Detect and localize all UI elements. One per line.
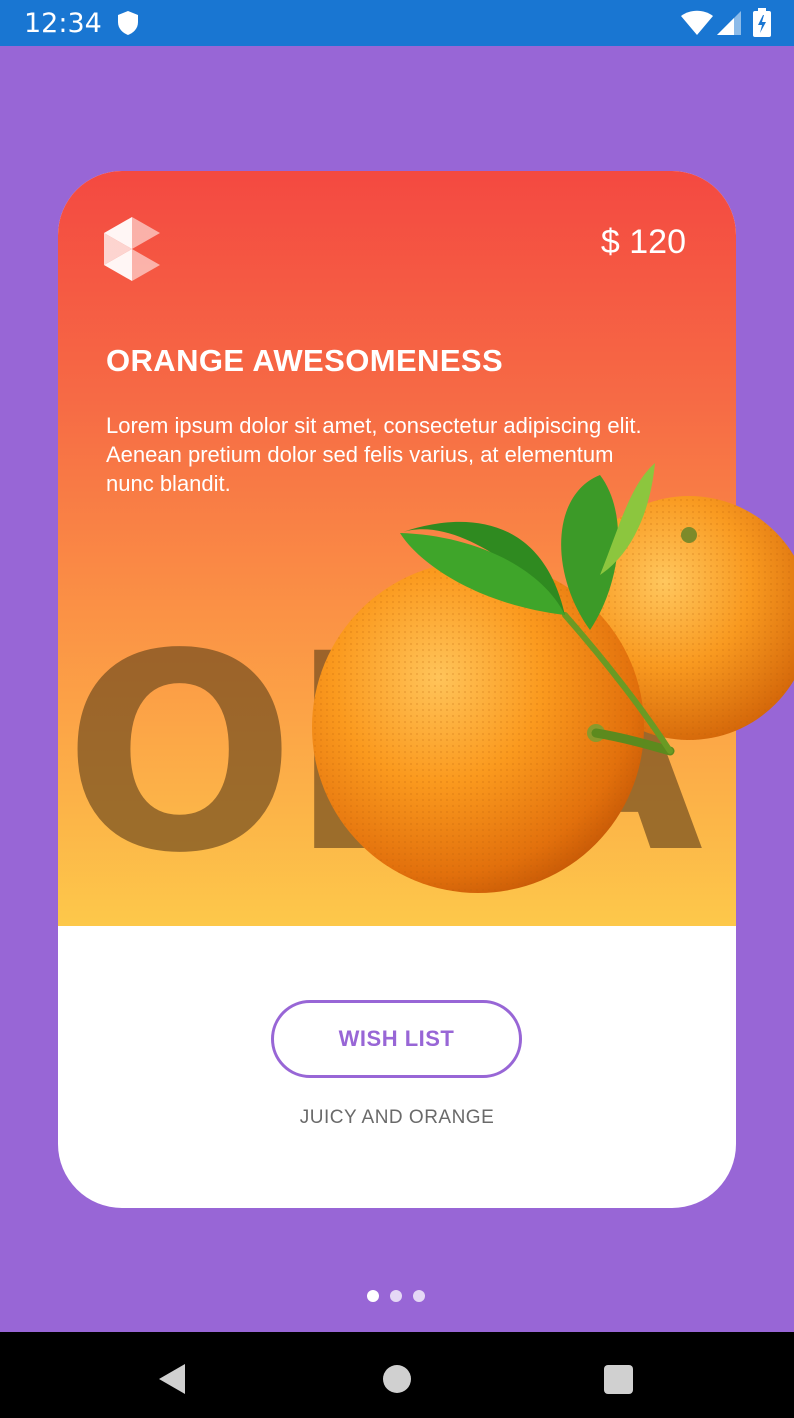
oranges-image xyxy=(312,463,794,893)
navigation-bar xyxy=(0,1332,794,1418)
back-icon[interactable] xyxy=(157,1362,187,1396)
battery-icon xyxy=(753,8,771,37)
signal-icon xyxy=(717,11,741,35)
page-dot-active[interactable] xyxy=(367,1290,379,1302)
wifi-icon xyxy=(681,10,713,35)
product-title: ORANGE AWESOMENESS xyxy=(106,343,504,378)
page-indicator xyxy=(0,1290,794,1304)
page-dot[interactable] xyxy=(390,1290,402,1302)
product-tagline: JUICY AND ORANGE xyxy=(299,1107,495,1128)
brand-logo-icon xyxy=(104,217,160,281)
status-bar: 12:34 xyxy=(0,0,794,46)
price-label: $ 120 xyxy=(600,223,686,261)
page-dot[interactable] xyxy=(413,1290,425,1302)
home-icon[interactable] xyxy=(383,1365,411,1393)
status-time: 12:34 xyxy=(24,8,102,39)
recents-icon[interactable] xyxy=(604,1365,633,1394)
wish-list-button[interactable]: WISH LIST xyxy=(271,1000,522,1078)
shield-icon xyxy=(118,11,138,35)
